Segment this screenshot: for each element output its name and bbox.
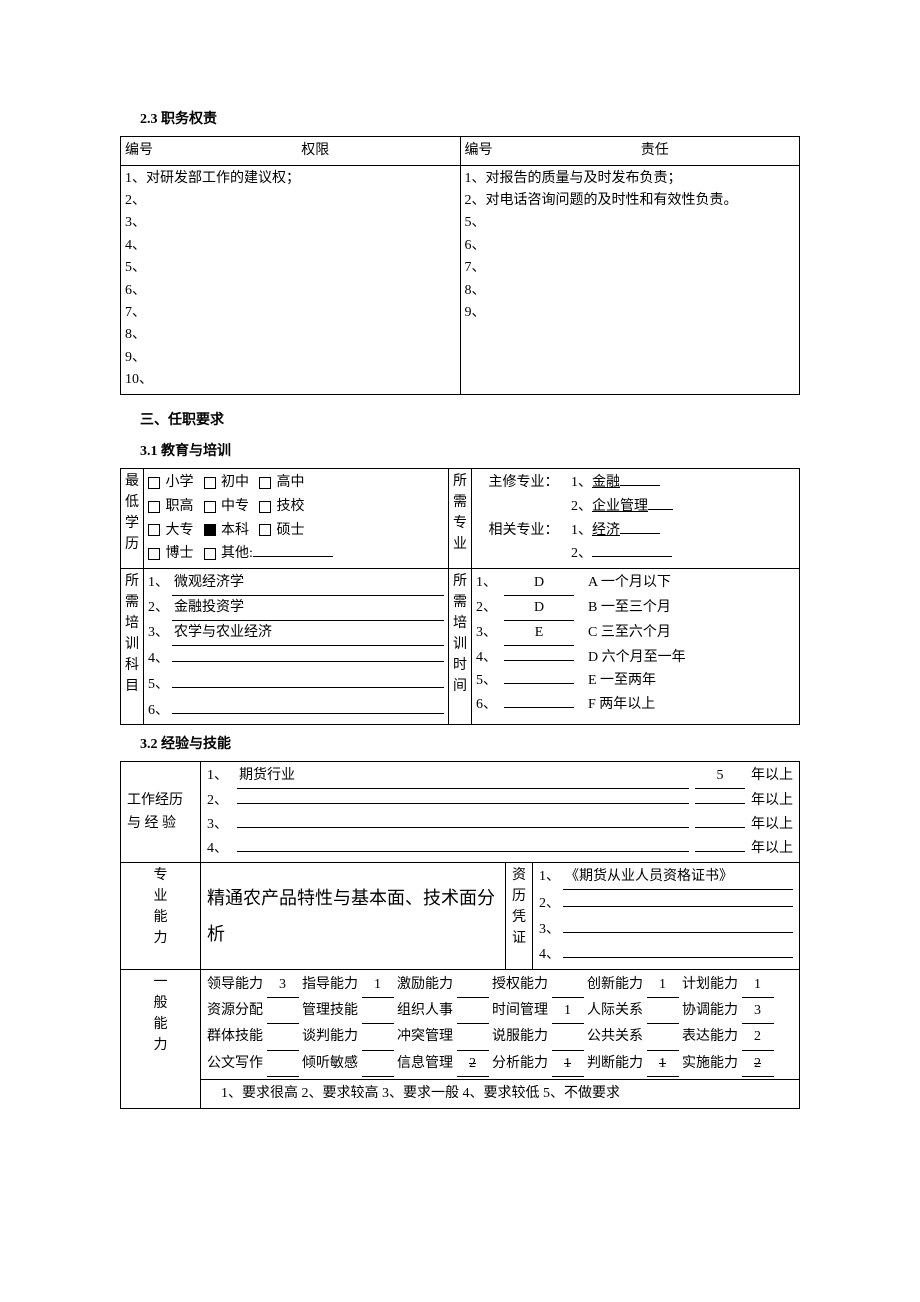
majors: 主修专业：1、金融2、企业管理相关专业：1、经济2、 (472, 469, 800, 569)
training-time-list: 1、DA 一个月以下2、DB 一至三个月3、EC 三至六个月4、D 六个月至一年… (472, 569, 800, 725)
subjects-list: 1、微观经济学2、金融投资学3、农学与农业经济4、5、6、 (144, 569, 449, 725)
edu-checkboxes: 小学 初中 高中 职高 中专 技校 大专 本科 硕士 博士 其他: (144, 469, 449, 569)
table-3.1: 最低学历 小学 初中 高中 职高 中专 技校 大专 本科 硕士 博士 其他: 所… (120, 468, 800, 725)
pro-skill-label: 专业能力 (121, 863, 201, 970)
general-skills: 领导能力 3 指导能力 1 激励能力 授权能力 创新能力 1 计划能力 1 资源… (201, 970, 800, 1080)
subject-label: 所需培训科目 (121, 569, 144, 725)
edu-label: 最低学历 (121, 469, 144, 569)
section-3.1-title: 3.1 教育与培训 (140, 440, 800, 464)
skill-legend: 1、要求很高 2、要求较高 3、要求一般 4、要求较低 5、不做要求 (201, 1079, 800, 1108)
section-3.2-title: 3.2 经验与技能 (140, 733, 800, 757)
cert-list: 1、《期货从业人员资格证书》2、3、4、 (533, 863, 800, 970)
training-time-label: 所需培训时间 (449, 569, 472, 725)
resp-list: 1、对报告的质量与及时发布负责；2、对电话咨询问题的及时性和有效性负责。5、6、… (460, 165, 800, 394)
auth-header: 编号 权限 (121, 136, 461, 165)
table-3.2: 工作经历与 经 验 1、期货行业5年以上2、年以上3、年以上4、年以上 专业能力… (120, 761, 800, 1108)
cert-label: 资历凭证 (506, 863, 533, 970)
major-label: 所需专业 (449, 469, 472, 569)
resp-header: 编号 责任 (460, 136, 800, 165)
section-3-title: 三、任职要求 (140, 409, 800, 433)
table-2.3: 编号 权限 编号 责任 1、对研发部工作的建议权；2、3、4、5、6、7、8、9… (120, 136, 800, 395)
auth-list: 1、对研发部工作的建议权；2、3、4、5、6、7、8、9、10、 (121, 165, 461, 394)
pro-skill-text: 精通农产品特性与基本面、技术面分析 (201, 863, 506, 970)
experience-rows: 1、期货行业5年以上2、年以上3、年以上4、年以上 (201, 762, 800, 863)
general-skill-label: 一般能力 (121, 970, 201, 1109)
experience-label: 工作经历与 经 验 (121, 762, 201, 863)
section-2.3-title: 2.3 职务权责 (140, 108, 800, 132)
